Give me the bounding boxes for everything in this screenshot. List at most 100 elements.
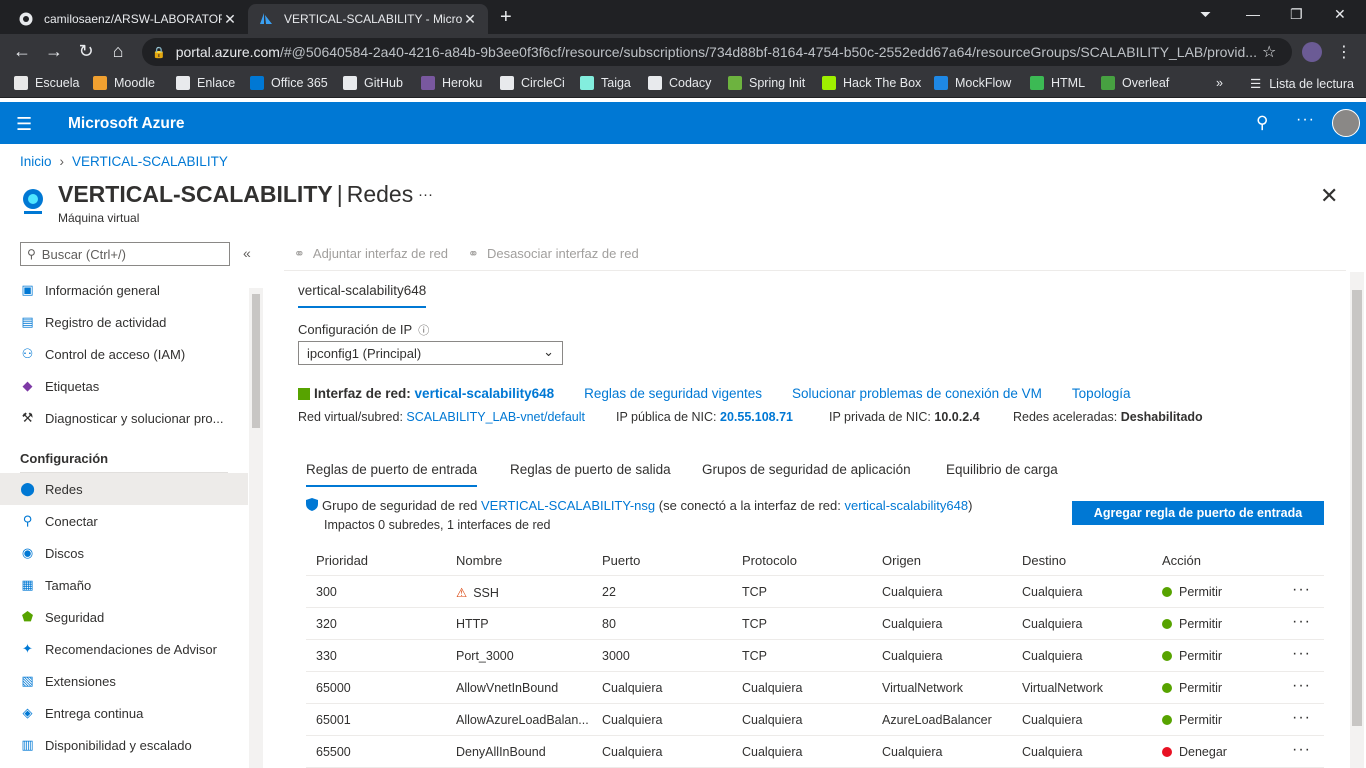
column-header[interactable]: Protocolo [742, 553, 797, 568]
bookmark-item[interactable]: Moodle [93, 76, 155, 90]
effective-rules-link[interactable]: Reglas de seguridad vigentes [584, 386, 762, 401]
sidebar-item-network[interactable]: ⬤ Redes [0, 473, 248, 505]
hamburger-menu-icon[interactable]: ☰ [16, 114, 32, 135]
bookmark-item[interactable]: HTML [1030, 76, 1085, 90]
sidebar-item-delivery[interactable]: ◈ Entrega continua [0, 697, 248, 729]
sidebar-item-availability[interactable]: ▥ Disponibilidad y escalado [0, 729, 248, 761]
sidebar-item-size[interactable]: ▦ Tamaño [0, 569, 248, 601]
browser-tab-azure[interactable]: VERTICAL-SCALABILITY - Microsoft ✕ [248, 4, 488, 34]
collapse-menu-icon[interactable]: « [243, 245, 251, 261]
reload-icon[interactable]: ↻ [75, 41, 97, 61]
nsg-link[interactable]: VERTICAL-SCALABILITY-nsg [481, 498, 655, 513]
sidebar-item-advisor[interactable]: ✦ Recomendaciones de Advisor [0, 633, 248, 665]
tab-load-balancing[interactable]: Equilibrio de carga [946, 462, 1058, 485]
column-header[interactable]: Acción [1162, 553, 1201, 568]
column-header[interactable]: Origen [882, 553, 921, 568]
bookmark-item[interactable]: Hack The Box [822, 76, 921, 90]
column-header[interactable]: Nombre [456, 553, 502, 568]
more-bookmarks-icon[interactable]: » [1216, 76, 1223, 90]
bookmark-item[interactable]: MockFlow [934, 76, 1011, 90]
back-icon[interactable]: ← [11, 41, 33, 61]
table-row[interactable]: 300 ⚠ SSH 22 TCP Cualquiera Cualquiera Permitir… [306, 576, 1324, 608]
cell-name[interactable]: ⚠ SSH [456, 585, 499, 600]
more-icon[interactable]: ··· [418, 186, 433, 203]
tab-search-icon[interactable]: ⏷ [1200, 6, 1211, 23]
cell-name[interactable]: AllowAzureLoadBalan... [456, 713, 589, 727]
search-icon[interactable]: ⚲ [1256, 113, 1268, 133]
bookmark-item[interactable]: Escuela [14, 76, 79, 90]
row-more-icon[interactable]: ··· [1292, 709, 1311, 727]
minimize-button[interactable]: — [1246, 6, 1260, 22]
bookmark-item[interactable]: Office 365 [250, 76, 328, 90]
tab-asg[interactable]: Grupos de seguridad de aplicación [702, 462, 911, 485]
home-icon[interactable]: ⌂ [107, 41, 129, 61]
close-icon[interactable]: ✕ [222, 11, 238, 28]
cell-name[interactable]: Port_3000 [456, 649, 514, 663]
info-icon[interactable]: ⓘ [418, 325, 429, 337]
azure-brand[interactable]: Microsoft Azure [68, 115, 185, 133]
ip-config-select[interactable]: ipconfig1 (Principal) ⌄ [298, 341, 563, 365]
profile-avatar[interactable] [1302, 42, 1322, 62]
sidebar-item-overview[interactable]: ▣ Información general [0, 274, 248, 306]
user-avatar[interactable] [1332, 109, 1360, 137]
cell-name[interactable]: DenyAllInBound [456, 745, 546, 759]
bookmark-item[interactable]: Codacy [648, 76, 711, 90]
detach-nic-button[interactable]: ⚭ Desasociar interfaz de red [468, 246, 639, 262]
bookmark-item[interactable]: Enlace [176, 76, 235, 90]
menu-search-input[interactable]: ⚲ Buscar (Ctrl+/) [20, 242, 230, 266]
nsg-nic-link[interactable]: vertical-scalability648 [845, 498, 969, 513]
reading-list-button[interactable]: ☰ Lista de lectura [1250, 76, 1354, 92]
row-more-icon[interactable]: ··· [1292, 645, 1311, 663]
more-icon[interactable]: ··· [1296, 111, 1315, 129]
sidebar-item-tag[interactable]: ◆ Etiquetas [0, 370, 248, 402]
browser-menu-icon[interactable]: ⋮ [1336, 42, 1352, 62]
close-icon[interactable]: ✕ [462, 11, 478, 28]
row-more-icon[interactable]: ··· [1292, 741, 1311, 759]
main-scrollbar[interactable] [1350, 272, 1364, 768]
sidebar-item-wrench[interactable]: ⚒ Diagnosticar y solucionar pro... [0, 402, 248, 434]
new-tab-button[interactable]: + [500, 7, 512, 27]
sidebar-item-iam[interactable]: ⚇ Control de acceso (IAM) [0, 338, 248, 370]
row-more-icon[interactable]: ··· [1292, 613, 1311, 631]
column-header[interactable]: Destino [1022, 553, 1066, 568]
table-row[interactable]: 65500 DenyAllInBound Cualquiera Cualquiera C… [306, 736, 1324, 768]
column-header[interactable]: Puerto [602, 553, 640, 568]
forward-icon[interactable]: → [43, 41, 65, 61]
breadcrumb-home[interactable]: Inicio [20, 154, 52, 169]
sidebar-item-security[interactable]: ⬟ Seguridad [0, 601, 248, 633]
sidebar-item-disk[interactable]: ◉ Discos [0, 537, 248, 569]
tab-nic[interactable]: vertical-scalability648 [298, 283, 427, 308]
cell-name[interactable]: HTTP [456, 617, 489, 631]
bookmark-item[interactable]: Heroku [421, 76, 482, 90]
sidebar-item-connect[interactable]: ⚲ Conectar [0, 505, 248, 537]
sidebar-scrollbar[interactable] [249, 288, 263, 768]
bookmark-item[interactable]: Overleaf [1101, 76, 1169, 90]
url-input[interactable]: 🔒 portal.azure.com/#@50640584-2a40-4216-… [142, 38, 1292, 66]
table-row[interactable]: 330 Port_3000 3000 TCP Cualquiera Cualquiera P… [306, 640, 1324, 672]
maximize-button[interactable]: ❐ [1290, 6, 1303, 23]
table-row[interactable]: 65001 AllowAzureLoadBalan... Cualquiera Cua… [306, 704, 1324, 736]
bookmark-item[interactable]: GitHub [343, 76, 403, 90]
public-ip-link[interactable]: 20.55.108.71 [720, 410, 793, 424]
topology-link[interactable]: Topología [1072, 386, 1131, 401]
close-icon[interactable]: ✕ [1320, 183, 1338, 209]
vnet-link[interactable]: SCALABILITY_LAB-vnet/default [406, 410, 585, 424]
table-row[interactable]: 320 HTTP 80 TCP Cualquiera Cualquiera Permitir… [306, 608, 1324, 640]
bookmark-star-icon[interactable]: ☆ [1262, 42, 1276, 62]
column-header[interactable]: Prioridad [316, 553, 368, 568]
nic-name-link[interactable]: vertical-scalability648 [415, 386, 555, 401]
table-row[interactable]: 65000 AllowVnetInBound Cualquiera Cualquier… [306, 672, 1324, 704]
cell-name[interactable]: AllowVnetInBound [456, 681, 558, 695]
sidebar-item-activity-log[interactable]: ▤ Registro de actividad [0, 306, 248, 338]
tab-outbound[interactable]: Reglas de puerto de salida [510, 462, 671, 485]
troubleshoot-link[interactable]: Solucionar problemas de conexión de VM [792, 386, 1042, 401]
add-inbound-rule-button[interactable]: Agregar regla de puerto de entrada [1072, 501, 1324, 525]
window-close-button[interactable]: ✕ [1334, 6, 1346, 23]
browser-tab-github[interactable]: camilosaenz/ARSW-LABORATORIO ✕ [8, 4, 248, 34]
sidebar-item-extensions[interactable]: ▧ Extensiones [0, 665, 248, 697]
breadcrumb-current[interactable]: VERTICAL-SCALABILITY [72, 154, 228, 169]
bookmark-item[interactable]: CircleCi [500, 76, 565, 90]
attach-nic-button[interactable]: ⚭ Adjuntar interfaz de red [294, 246, 448, 262]
bookmark-item[interactable]: Taiga [580, 76, 631, 90]
row-more-icon[interactable]: ··· [1292, 677, 1311, 695]
